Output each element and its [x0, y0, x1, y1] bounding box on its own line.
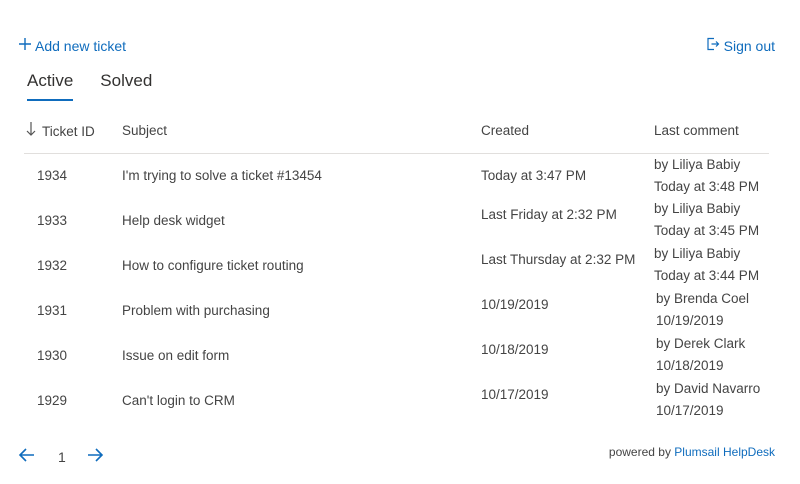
last-comment: by David Navarro 10/17/2019 — [656, 378, 760, 422]
last-comment-author: by Liliya Babiy — [654, 157, 741, 172]
table-row[interactable]: 1934 I'm trying to solve a ticket #13454… — [24, 154, 769, 199]
powered-by-label: powered by — [608, 445, 671, 459]
last-comment: by Liliya Babiy Today at 3:44 PM — [654, 243, 759, 287]
table-row[interactable]: 1931 Problem with purchasing 10/19/2019 … — [24, 289, 769, 334]
table-header: Ticket ID Subject Created Last comment — [24, 118, 769, 154]
last-comment: by Liliya Babiy Today at 3:45 PM — [654, 198, 759, 242]
table-row[interactable]: 1929 Can't login to CRM 10/17/2019 by Da… — [24, 379, 769, 424]
add-new-ticket-button[interactable]: Add new ticket — [18, 37, 126, 54]
ticket-id: 1931 — [37, 303, 68, 318]
ticket-id: 1933 — [37, 213, 68, 228]
sign-out-button[interactable]: Sign out — [706, 37, 775, 54]
table-row[interactable]: 1933 Help desk widget Last Friday at 2:3… — [24, 199, 769, 244]
ticket-subject[interactable]: Issue on edit form — [122, 348, 229, 363]
last-comment-author: by David Navarro — [656, 381, 761, 396]
column-header-last-comment[interactable]: Last comment — [654, 123, 739, 138]
last-comment-author: by Brenda Coel — [656, 291, 750, 306]
ticket-subject[interactable]: Help desk widget — [122, 213, 225, 228]
column-header-ticket-id[interactable]: Ticket ID — [42, 124, 95, 139]
tickets-table: Ticket ID Subject Created Last comment 1… — [24, 118, 769, 424]
table-row[interactable]: 1932 How to configure ticket routing Las… — [24, 244, 769, 289]
sign-out-label: Sign out — [723, 37, 775, 54]
sign-out-icon — [706, 37, 720, 54]
table-row[interactable]: 1930 Issue on edit form 10/18/2019 by De… — [24, 334, 769, 379]
column-header-created[interactable]: Created — [481, 123, 529, 138]
ticket-subject[interactable]: Can't login to CRM — [122, 393, 235, 408]
previous-page-arrow-icon[interactable] — [18, 447, 36, 466]
ticket-subject[interactable]: Problem with purchasing — [122, 303, 270, 318]
last-comment-time: Today at 3:45 PM — [654, 223, 760, 238]
last-comment-time: Today at 3:44 PM — [654, 268, 760, 283]
last-comment-author: by Liliya Babiy — [654, 201, 741, 216]
last-comment-author: by Liliya Babiy — [654, 246, 741, 261]
current-page-number: 1 — [58, 448, 66, 465]
next-page-arrow-icon[interactable] — [86, 447, 104, 466]
ticket-created: Today at 3:47 PM — [481, 168, 587, 183]
last-comment-time: 10/17/2019 — [656, 403, 724, 418]
tab-solved[interactable]: Solved — [100, 71, 152, 101]
ticket-created: Last Thursday at 2:32 PM — [481, 252, 636, 267]
ticket-id: 1934 — [37, 168, 68, 183]
last-comment-time: 10/18/2019 — [656, 358, 724, 373]
last-comment-author: by Derek Clark — [656, 336, 746, 351]
pagination: 1 — [18, 447, 104, 466]
last-comment: by Derek Clark 10/18/2019 — [656, 333, 745, 377]
sort-down-arrow-icon[interactable] — [25, 121, 37, 140]
plus-icon — [18, 37, 32, 54]
ticket-created: Last Friday at 2:32 PM — [481, 207, 617, 222]
ticket-created: 10/19/2019 — [481, 297, 549, 312]
plumsail-helpdesk-link[interactable]: Plumsail HelpDesk — [674, 445, 775, 459]
ticket-created: 10/17/2019 — [481, 387, 549, 402]
ticket-subject[interactable]: I'm trying to solve a ticket #13454 — [122, 168, 322, 183]
tab-bar: Active Solved — [27, 71, 179, 101]
tab-active[interactable]: Active — [27, 71, 74, 101]
last-comment-time: 10/19/2019 — [656, 313, 724, 328]
ticket-created: 10/18/2019 — [481, 342, 549, 357]
add-new-ticket-label: Add new ticket — [35, 37, 127, 54]
powered-by: powered by Plumsail HelpDesk — [609, 445, 775, 459]
last-comment: by Brenda Coel 10/19/2019 — [656, 288, 749, 332]
ticket-id: 1929 — [37, 393, 68, 408]
ticket-id: 1930 — [37, 348, 68, 363]
column-header-subject[interactable]: Subject — [122, 123, 167, 138]
ticket-subject[interactable]: How to configure ticket routing — [122, 258, 304, 273]
last-comment: by Liliya Babiy Today at 3:48 PM — [654, 154, 759, 198]
last-comment-time: Today at 3:48 PM — [654, 179, 760, 194]
ticket-id: 1932 — [37, 258, 68, 273]
